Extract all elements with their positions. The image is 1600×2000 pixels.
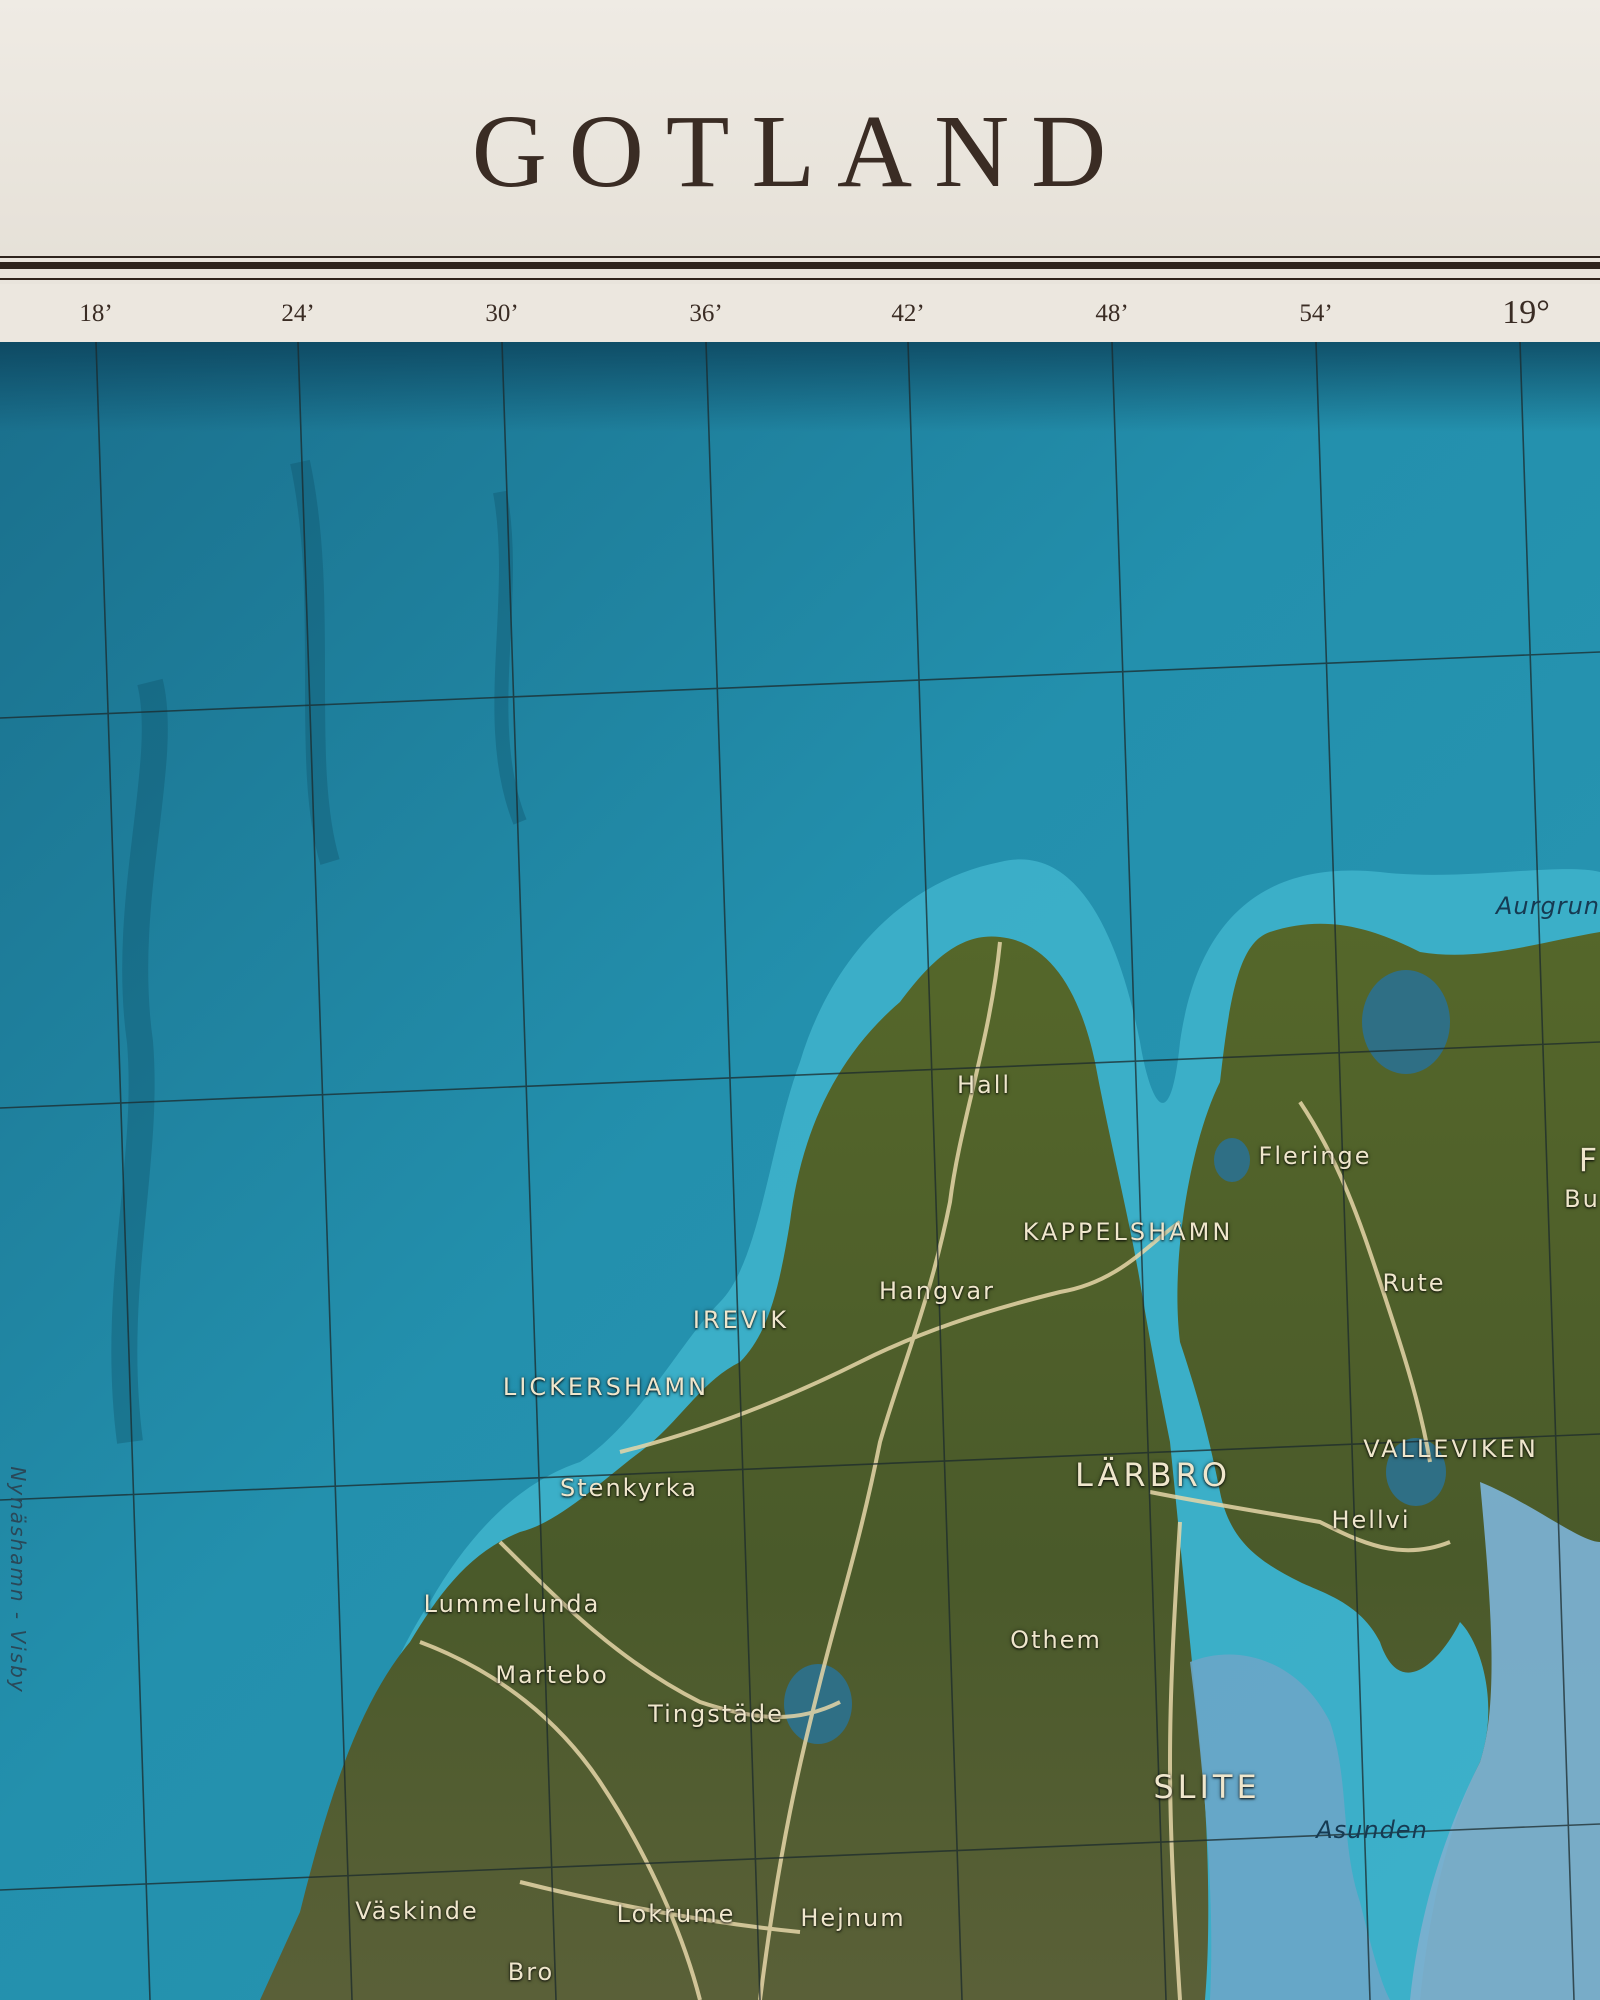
place-label: Rute (1382, 1269, 1446, 1297)
longitude-tick-label: 18’ (79, 300, 113, 327)
place-label: VALLEVIKEN (1363, 1435, 1539, 1463)
place-label: Hall (956, 1071, 1012, 1099)
place-label: Hejnum (800, 1904, 906, 1932)
water-label: Asunden (1316, 1816, 1428, 1844)
lake (1214, 1138, 1250, 1182)
longitude-scale (0, 284, 1600, 342)
lake (1362, 970, 1450, 1074)
sea-shadow (0, 342, 1600, 432)
poster-header: GOTLAND (0, 0, 1600, 256)
map-canvas (0, 342, 1600, 2000)
place-label: Martebo (495, 1661, 609, 1689)
place-label: Stenkyrka (560, 1474, 698, 1502)
lake (784, 1664, 852, 1744)
place-label: Othem (1010, 1626, 1102, 1654)
place-label: Lokrume (616, 1900, 736, 1928)
longitude-tick-label: 48’ (1095, 300, 1129, 327)
longitude-tick-label: 24’ (281, 300, 315, 327)
water-label: Aurgrun (1495, 892, 1600, 920)
place-label: Bu (1564, 1185, 1600, 1213)
place-label: LÄRBRO (1074, 1456, 1232, 1494)
ferry-route-label: Nynäshamn - Visby (6, 1466, 30, 1694)
map-poster: GOTLAND 18’ 24’ 30’ 36’ 42’ 48’ 54’ 19° (0, 0, 1600, 2000)
header-rule-thick (0, 262, 1600, 269)
place-label: LICKERSHAMN (502, 1373, 710, 1401)
longitude-tick-label: 36’ (689, 300, 723, 327)
place-label: SLITE (1153, 1768, 1261, 1806)
place-label: Väskinde (355, 1897, 479, 1925)
longitude-tick-label: 54’ (1299, 300, 1333, 327)
place-label: Fleringe (1258, 1142, 1372, 1170)
map-title: GOTLAND (471, 94, 1129, 209)
place-label: F (1578, 1141, 1600, 1179)
place-label: Hellvi (1331, 1506, 1411, 1534)
place-label: Hangvar (879, 1277, 995, 1305)
longitude-tick-label: 30’ (485, 300, 519, 327)
header-rule-thin-lower (0, 278, 1600, 280)
place-label: IREVIK (692, 1306, 790, 1334)
place-label: Lummelunda (423, 1590, 601, 1618)
longitude-tick-label: 42’ (891, 300, 925, 327)
place-label: Tingstäde (648, 1700, 784, 1728)
place-label: Bro (507, 1958, 555, 1986)
longitude-tick-label: 19° (1502, 294, 1550, 331)
place-label: KAPPELSHAMN (1022, 1218, 1234, 1246)
header-rule-thin (0, 256, 1600, 258)
relief-map: Hall KAPPELSHAMN Fleringe Rute Hangvar I… (0, 342, 1600, 2000)
